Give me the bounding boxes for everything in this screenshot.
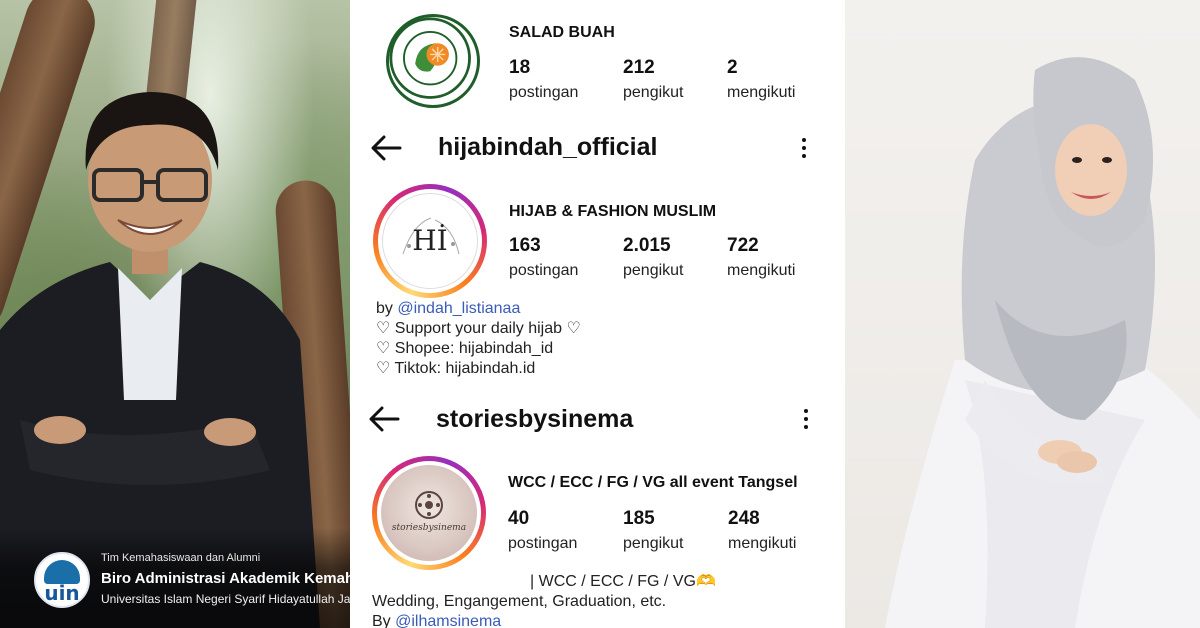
person-photo-female: [885, 57, 1200, 628]
stat-posts[interactable]: 18 postingan: [509, 57, 578, 102]
profile-display-name: SALAD BUAH: [509, 24, 615, 41]
profile-display-name: WCC / ECC / FG / VG all event Tangsel: [508, 474, 798, 491]
left-photo: uin Tim Kemahasiswaan dan Alumni Biro Ad…: [0, 0, 350, 628]
stat-posts[interactable]: 40 postingan: [508, 508, 577, 553]
instagram-profiles-panel: SALAD BUAH 18 postingan 212 pengikut 2 meng…: [350, 0, 845, 628]
stat-following[interactable]: 248 mengikuti: [728, 508, 796, 553]
right-photo: [845, 0, 1200, 628]
bio-line: ♡ Shopee: hijabindah_id: [376, 340, 554, 357]
film-reel-icon: [415, 491, 443, 519]
mention-link[interactable]: @ilhamsinema: [395, 613, 501, 628]
story-ring[interactable]: storiesbysinema: [372, 456, 486, 570]
bio-line: By @ilhamsinema: [372, 613, 502, 628]
profile-display-name: HIJAB & FASHION MUSLIM: [509, 203, 717, 220]
stat-posts[interactable]: 163 postingan: [509, 235, 578, 280]
profile-avatar-hijabindah: Hİ: [382, 193, 478, 289]
bio-line: by @indah_listianaa: [376, 300, 521, 317]
stat-following[interactable]: 722 mengikuti: [727, 235, 795, 280]
profile-username: storiesbysinema: [436, 405, 634, 433]
more-vertical-icon[interactable]: [802, 409, 810, 433]
salad-logo-icon: [389, 17, 471, 99]
stat-followers[interactable]: 2.015 pengikut: [623, 235, 684, 280]
more-vertical-icon[interactable]: [800, 138, 808, 162]
profile-bio: by @indah_listianaa ♡ Support your daily…: [376, 299, 581, 379]
profile-username: hijabindah_official: [438, 133, 658, 161]
bio-line: ♡ Tiktok: hijabindah.id: [376, 360, 536, 377]
stat-followers[interactable]: 185 pengikut: [623, 508, 684, 553]
profile-avatar-salad-buah[interactable]: [386, 14, 480, 108]
bio-line: | WCC / ECC / FG / VG🫶: [530, 573, 716, 590]
mention-link[interactable]: @indah_listianaa: [397, 300, 520, 317]
story-ring[interactable]: Hİ: [373, 184, 487, 298]
caption-title: Biro Administrasi Akademik Kemahasiswaan…: [101, 570, 350, 587]
arrow-left-icon[interactable]: [368, 405, 400, 433]
uin-logo: uin: [34, 552, 90, 608]
stat-followers[interactable]: 212 pengikut: [623, 57, 684, 102]
profile-bio: | WCC / ECC / FG / VG🫶 Wedding, Engangem…: [372, 572, 716, 628]
bio-line: ♡ Support your daily hijab ♡: [376, 320, 581, 337]
caption-university: Universitas Islam Negeri Syarif Hidayatu…: [101, 592, 350, 606]
profile-avatar-storiesbysinema: storiesbysinema: [381, 465, 477, 561]
bio-line: Wedding, Engangement, Graduation, etc.: [372, 593, 667, 610]
caption-team: Tim Kemahasiswaan dan Alumni: [101, 552, 261, 564]
arrow-left-icon[interactable]: [370, 134, 402, 162]
stat-following[interactable]: 2 mengikuti: [727, 57, 795, 102]
